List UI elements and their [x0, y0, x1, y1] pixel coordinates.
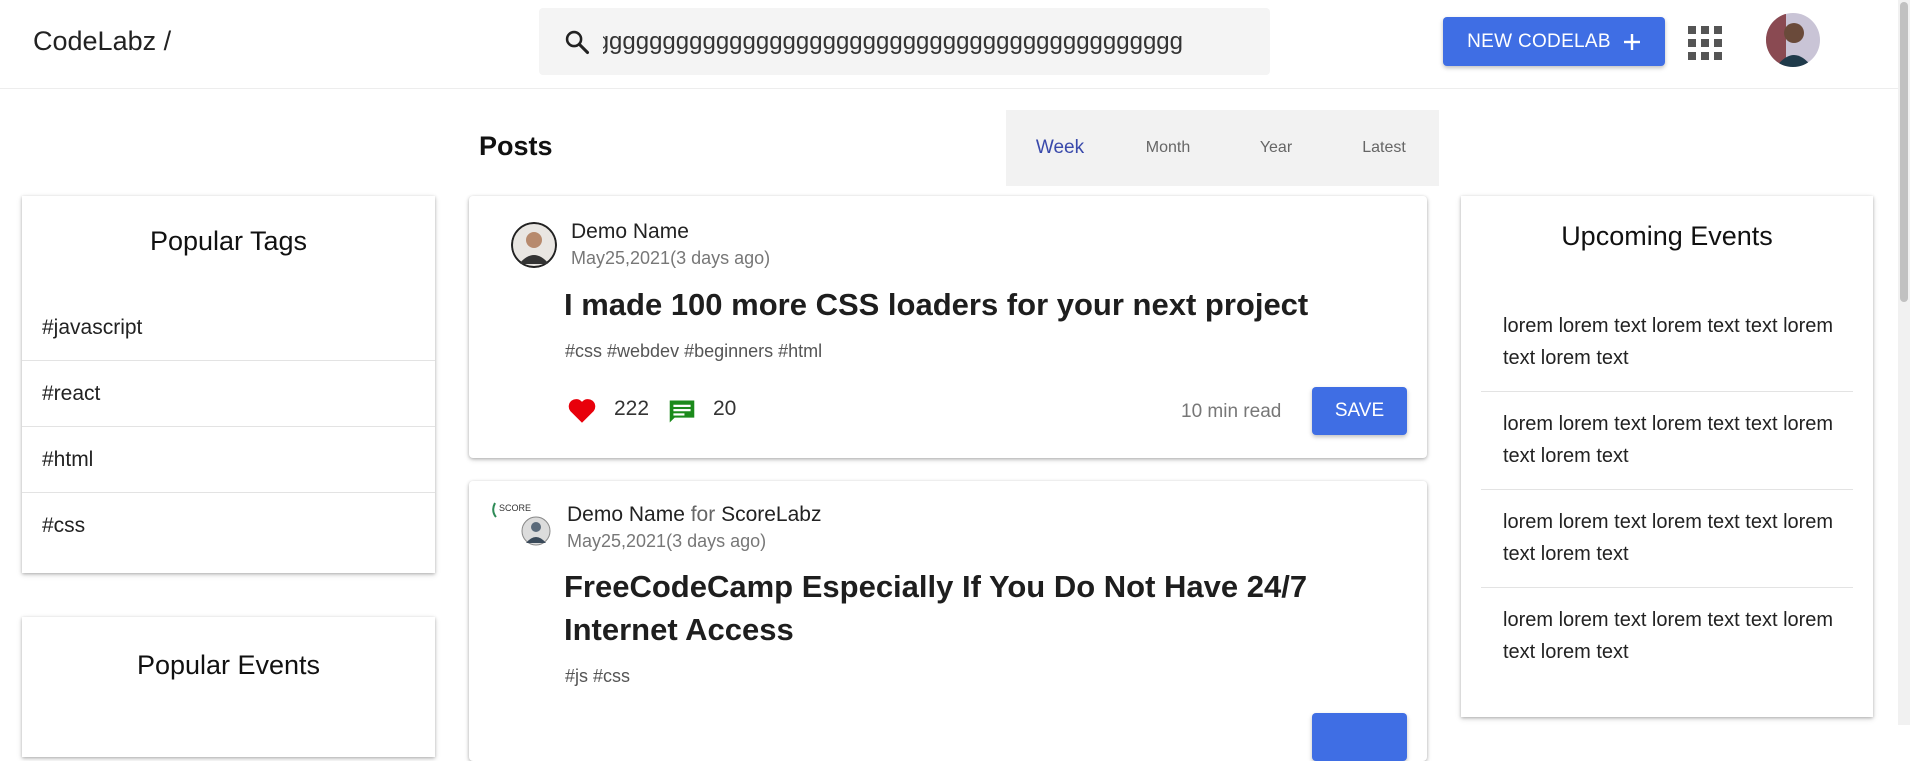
author-avatar-image	[511, 222, 557, 268]
post-title[interactable]: I made 100 more CSS loaders for your nex…	[564, 283, 1394, 326]
tag-react[interactable]: #react	[22, 361, 435, 427]
divider	[1481, 587, 1853, 588]
upcoming-events-card: Upcoming Events lorem lorem text lorem t…	[1461, 196, 1873, 717]
save-button[interactable]	[1312, 713, 1407, 761]
read-time: 10 min read	[1181, 401, 1282, 422]
posts-heading: Posts	[479, 131, 553, 161]
page-scrollbar[interactable]	[1898, 0, 1910, 725]
post-author-name[interactable]: Demo Name	[567, 503, 685, 526]
brand-logo-text[interactable]: CodeLabz /	[33, 26, 171, 57]
post-card[interactable]: Demo Name May25,2021(3 days ago) I made …	[469, 196, 1427, 458]
search-bar[interactable]	[539, 8, 1270, 75]
event-item[interactable]: lorem lorem text lorem text text lorem t…	[1481, 408, 1853, 472]
post-date: May25,2021(3 days ago)	[571, 248, 771, 268]
post-org-name[interactable]: ScoreLabz	[721, 503, 821, 526]
event-item[interactable]: lorem lorem text lorem text text lorem t…	[1481, 506, 1853, 570]
apps-grid-icon[interactable]	[1688, 26, 1722, 60]
tab-year[interactable]: Year	[1222, 110, 1330, 186]
org-logo[interactable]: SCORE	[489, 497, 551, 547]
post-date: May25,2021(3 days ago)	[567, 531, 767, 551]
author-avatar[interactable]	[511, 222, 557, 268]
post-title[interactable]: FreeCodeCamp Especially If You Do Not Ha…	[564, 565, 1384, 651]
search-icon	[565, 30, 590, 55]
new-codelab-label: NEW CODELAB	[1467, 30, 1611, 52]
comment-icon[interactable]	[667, 398, 697, 425]
for-label: for	[690, 503, 716, 526]
divider	[1481, 391, 1853, 392]
new-codelab-button[interactable]: NEW CODELAB	[1443, 17, 1665, 66]
like-count: 222	[614, 397, 650, 420]
posts-filter-tabs: Week Month Year Latest	[1006, 110, 1439, 186]
scrollbar-thumb[interactable]	[1900, 2, 1908, 302]
tab-month[interactable]: Month	[1114, 110, 1222, 186]
upcoming-events-title: Upcoming Events	[1561, 221, 1773, 251]
tab-week[interactable]: Week	[1006, 110, 1114, 186]
tag-html[interactable]: #html	[22, 427, 435, 493]
comment-count: 20	[713, 397, 737, 420]
post-author[interactable]: Demo Name	[571, 220, 689, 244]
post-card[interactable]: SCORE Demo Name for ScoreLabz May25,2021…	[469, 481, 1427, 761]
scorelabz-logo-icon: SCORE	[492, 502, 551, 546]
heart-icon[interactable]	[567, 397, 597, 424]
search-input[interactable]	[603, 8, 1183, 75]
post-tags[interactable]: #js #css	[565, 666, 630, 687]
post-tags[interactable]: #css #webdev #beginners #html	[565, 341, 822, 362]
tag-css[interactable]: #css	[22, 493, 435, 559]
svg-text:SCORE: SCORE	[499, 503, 531, 513]
popular-events-title: Popular Events	[136, 650, 321, 680]
user-avatar[interactable]	[1766, 13, 1820, 67]
event-item[interactable]: lorem lorem text lorem text text lorem t…	[1481, 604, 1853, 668]
save-button[interactable]: SAVE	[1312, 387, 1407, 435]
post-author[interactable]: Demo Name for ScoreLabz	[567, 503, 821, 527]
plus-icon	[1623, 33, 1640, 50]
event-item[interactable]: lorem lorem text lorem text text lorem t…	[1481, 310, 1853, 374]
popular-events-card: Popular Events	[22, 617, 435, 757]
popular-tags-card: Popular Tags #javascript #react #html #c…	[22, 196, 435, 573]
tag-javascript[interactable]: #javascript	[22, 295, 435, 361]
divider	[1481, 489, 1853, 490]
popular-tags-title: Popular Tags	[149, 226, 308, 256]
user-avatar-image	[1766, 13, 1820, 67]
app-header: CodeLabz / NEW CODELAB	[0, 0, 1898, 89]
tab-latest[interactable]: Latest	[1330, 110, 1438, 186]
